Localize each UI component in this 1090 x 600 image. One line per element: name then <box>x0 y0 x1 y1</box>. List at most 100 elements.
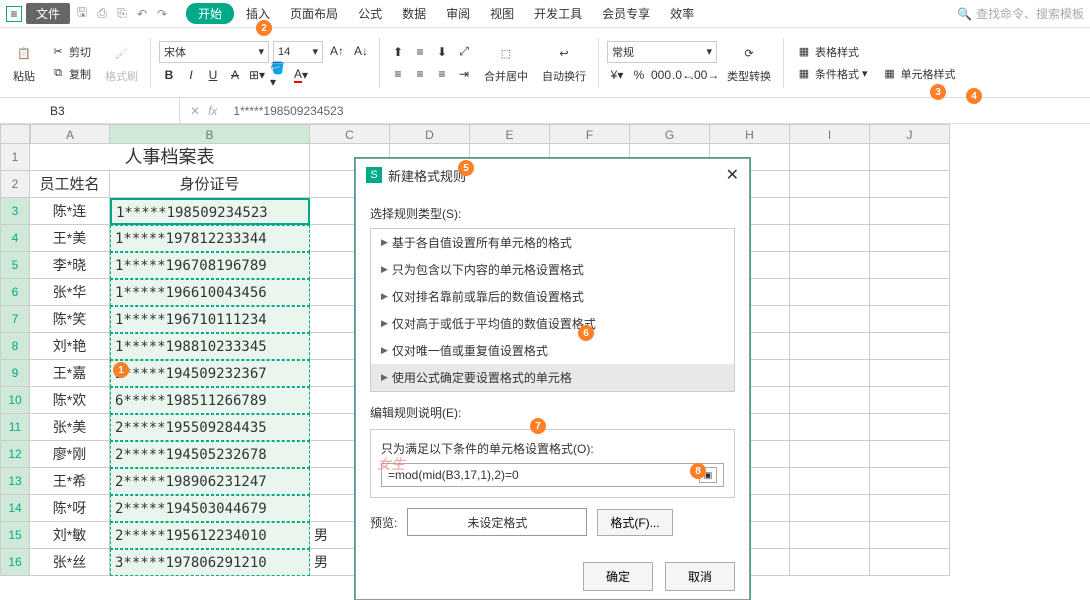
formula-field[interactable]: =mod(mid(B3,17,1),2)=0 ▣ <box>381 463 724 487</box>
cancel-formula-icon[interactable]: ✕ <box>190 104 200 118</box>
rule-item[interactable]: ▶仅对高于或低于平均值的数值设置格式 <box>371 310 734 337</box>
align-center-icon[interactable]: ≡ <box>410 64 430 84</box>
print-icon[interactable]: ⎙ <box>94 6 110 22</box>
rule-item[interactable]: ▶只为包含以下内容的单元格设置格式 <box>371 256 734 283</box>
cell[interactable] <box>790 198 870 225</box>
paste-button[interactable]: 📋 粘贴 <box>8 38 40 88</box>
currency-icon[interactable]: ¥▾ <box>607 65 627 85</box>
cell[interactable] <box>790 414 870 441</box>
cell[interactable] <box>870 279 950 306</box>
preview-icon[interactable]: ⎘ <box>114 6 130 22</box>
column-header[interactable]: F <box>550 124 630 144</box>
cancel-button[interactable]: 取消 <box>665 562 735 591</box>
copy-button[interactable]: ⧉复制 <box>46 64 95 84</box>
type-convert-button[interactable]: ⟳类型转换 <box>723 38 775 88</box>
column-header[interactable]: I <box>790 124 870 144</box>
undo-icon[interactable]: ↶ <box>134 6 150 22</box>
redo-icon[interactable]: ↷ <box>154 6 170 22</box>
row-header[interactable]: 9 <box>0 360 30 387</box>
cell[interactable]: 2*****194503044679 <box>110 495 310 522</box>
merge-button[interactable]: ⬚合并居中 <box>480 38 532 88</box>
tab-review[interactable]: 审阅 <box>438 3 478 24</box>
cell[interactable]: 人事档案表 <box>30 144 310 171</box>
save-icon[interactable]: 🖫 <box>74 6 90 22</box>
cell[interactable] <box>870 387 950 414</box>
formula-input[interactable]: 1*****198509234523 <box>227 104 1090 118</box>
tab-vip[interactable]: 会员专享 <box>594 3 658 24</box>
font-select[interactable]: 宋体▾ <box>159 41 269 63</box>
tab-devtools[interactable]: 开发工具 <box>526 3 590 24</box>
row-header[interactable]: 6 <box>0 279 30 306</box>
cell[interactable]: 王*嘉 <box>30 360 110 387</box>
cell[interactable] <box>790 306 870 333</box>
align-left-icon[interactable]: ≡ <box>388 64 408 84</box>
underline-button[interactable]: U <box>203 65 223 85</box>
cell[interactable]: 王*美 <box>30 225 110 252</box>
cell[interactable]: 1*****196610043456 <box>110 279 310 306</box>
cell[interactable] <box>790 360 870 387</box>
percent-icon[interactable]: % <box>629 65 649 85</box>
cell[interactable]: 2*****194509232367 <box>110 360 310 387</box>
cell[interactable]: 1*****196710111234 <box>110 306 310 333</box>
cell[interactable]: 廖*刚 <box>30 441 110 468</box>
rule-item-selected[interactable]: ▶使用公式确定要设置格式的单元格 <box>371 364 734 391</box>
row-header[interactable]: 11 <box>0 414 30 441</box>
column-header[interactable]: B <box>110 124 310 144</box>
column-header[interactable]: D <box>390 124 470 144</box>
align-mid-icon[interactable]: ≡ <box>410 42 430 62</box>
row-header[interactable]: 13 <box>0 468 30 495</box>
cell[interactable] <box>870 306 950 333</box>
cell[interactable] <box>790 279 870 306</box>
cell[interactable]: 陈*呀 <box>30 495 110 522</box>
column-header[interactable]: H <box>710 124 790 144</box>
row-header[interactable]: 7 <box>0 306 30 333</box>
format-painter-button[interactable]: 🖌 格式刷 <box>101 38 142 88</box>
comma-icon[interactable]: 000 <box>651 65 671 85</box>
command-search[interactable]: 🔍 查找命令、搜索模板 <box>957 5 1084 22</box>
cell[interactable] <box>790 171 870 198</box>
row-header[interactable]: 1 <box>0 144 30 171</box>
cell[interactable] <box>790 495 870 522</box>
cell[interactable]: 1*****198810233345 <box>110 333 310 360</box>
bold-button[interactable]: B <box>159 65 179 85</box>
cell[interactable] <box>790 225 870 252</box>
rule-item[interactable]: ▶基于各自值设置所有单元格的格式 <box>371 229 734 256</box>
cell[interactable] <box>870 144 950 171</box>
row-header[interactable]: 10 <box>0 387 30 414</box>
align-right-icon[interactable]: ≡ <box>432 64 452 84</box>
row-header[interactable]: 5 <box>0 252 30 279</box>
format-button[interactable]: 格式(F)... <box>597 509 672 536</box>
shrink-font-icon[interactable]: A↓ <box>351 41 371 61</box>
border-button[interactable]: ⊞▾ <box>247 65 267 85</box>
grow-font-icon[interactable]: A↑ <box>327 41 347 61</box>
column-header[interactable]: J <box>870 124 950 144</box>
row-header[interactable]: 8 <box>0 333 30 360</box>
cell[interactable] <box>790 387 870 414</box>
orientation-icon[interactable]: ⤢ <box>454 42 474 62</box>
cell[interactable] <box>870 360 950 387</box>
row-header[interactable]: 4 <box>0 225 30 252</box>
tab-layout[interactable]: 页面布局 <box>282 3 346 24</box>
ok-button[interactable]: 确定 <box>583 562 653 591</box>
cell[interactable]: 张*美 <box>30 414 110 441</box>
cell[interactable]: 2*****195612234010 <box>110 522 310 549</box>
indent-icon[interactable]: ⇥ <box>454 64 474 84</box>
cell[interactable]: 王*希 <box>30 468 110 495</box>
file-menu[interactable]: 文件 <box>26 3 70 24</box>
cell[interactable] <box>870 333 950 360</box>
cell[interactable] <box>870 171 950 198</box>
fill-color-button[interactable]: 🪣▾ <box>269 65 289 85</box>
cell[interactable]: 1*****198509234523 <box>110 198 310 225</box>
cell[interactable] <box>790 441 870 468</box>
tab-formula[interactable]: 公式 <box>350 3 390 24</box>
cell[interactable]: 陈*笑 <box>30 306 110 333</box>
cell[interactable] <box>870 225 950 252</box>
cell[interactable] <box>870 441 950 468</box>
cell[interactable]: 1*****197812233344 <box>110 225 310 252</box>
font-color-button[interactable]: A▾ <box>291 65 311 85</box>
select-all-corner[interactable] <box>0 124 30 144</box>
column-header[interactable]: E <box>470 124 550 144</box>
cell[interactable]: 刘*艳 <box>30 333 110 360</box>
fx-icon[interactable]: fx <box>208 104 217 118</box>
column-header[interactable]: A <box>30 124 110 144</box>
